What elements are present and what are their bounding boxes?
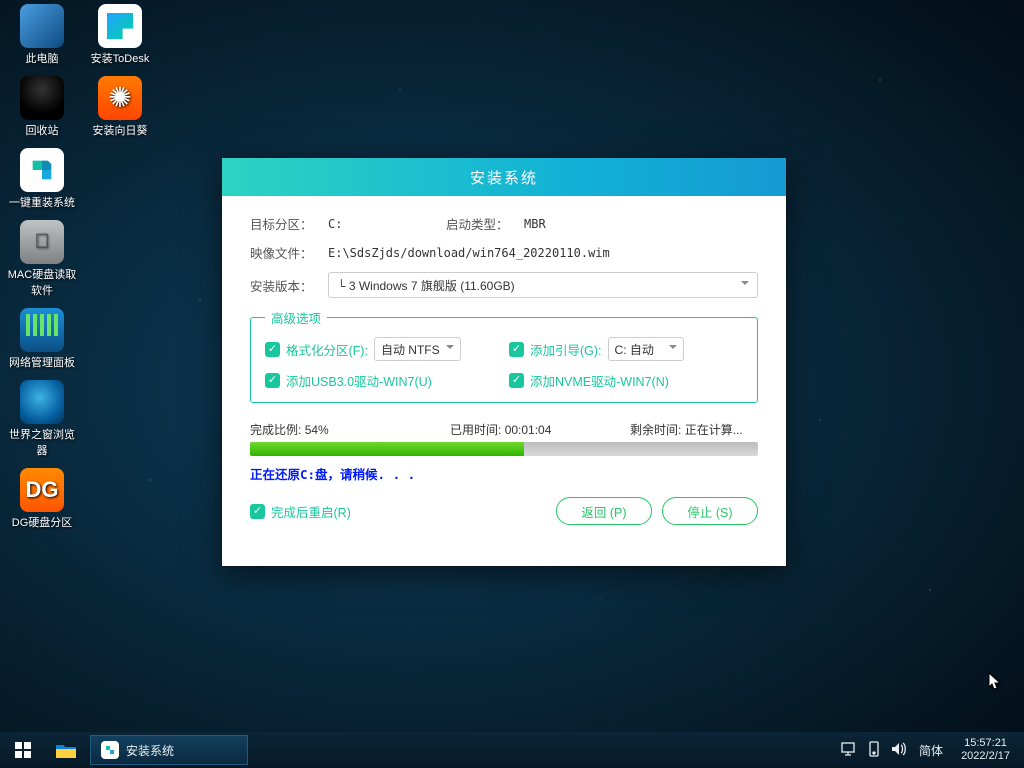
desktop: 此电脑 回收站 一键重装系统 MAC硬盘读取软件 网络管理面板 世界之窗浏览器 … [0,0,1024,768]
row-target-boot: 目标分区： C: 启动类型： MBR [250,214,758,233]
disk-icon [20,220,64,264]
icon-label: 安装向日葵 [84,122,156,138]
checkbox-checked-icon[interactable] [265,373,280,388]
reinstall-icon [20,148,64,192]
add-nvme-label: 添加NVME驱动-WIN7(N) [530,371,669,390]
install-version-select[interactable]: └ 3 Windows 7 旗舰版 (11.60GB) [328,272,758,298]
icon-label: 此电脑 [6,50,78,66]
image-file-label: 映像文件： [250,243,320,262]
desktop-icons-col1: 此电脑 回收站 一键重装系统 MAC硬盘读取软件 网络管理面板 世界之窗浏览器 … [6,4,78,530]
icon-label: 网络管理面板 [6,354,78,370]
file-explorer-button[interactable] [46,732,86,768]
add-usb3-driver-option[interactable]: 添加USB3.0驱动-WIN7(U) [265,371,499,390]
target-partition-value: C: [328,217,438,231]
cursor-icon [988,672,1002,692]
device-tray-icon[interactable] [869,741,879,760]
icon-recycle-bin[interactable]: 回收站 [6,76,78,138]
icon-one-click-install[interactable]: 一键重装系统 [6,148,78,210]
ime-indicator[interactable]: 简体 [919,742,943,759]
taskbar-task-install[interactable]: 安装系统 [90,735,248,765]
boot-type-label: 启动类型： [446,214,516,233]
partition-icon: DG [20,468,64,512]
restart-after-complete-option[interactable]: 完成后重启(R) [250,502,351,521]
start-button[interactable] [0,732,46,768]
icon-network-panel[interactable]: 网络管理面板 [6,308,78,370]
dialog-titlebar[interactable]: 安装系统 [222,158,786,196]
network-tray-icon[interactable] [841,742,857,759]
dialog-body: 目标分区： C: 启动类型： MBR 映像文件： E:\SdsZjds/down… [222,196,786,539]
checkbox-checked-icon[interactable] [250,504,265,519]
stop-button[interactable]: 停止 (S) [662,497,758,525]
back-button[interactable]: 返回 (P) [556,497,652,525]
icon-install-todesk[interactable]: 安装ToDesk [84,4,156,66]
add-usb3-label: 添加USB3.0驱动-WIN7(U) [286,371,432,390]
sunflower-icon [98,76,142,120]
icon-label: 世界之窗浏览器 [6,426,78,458]
network-icon [20,308,64,352]
system-tray: 简体 15:57:21 2022/2/17 [841,737,1024,763]
taskbar-clock[interactable]: 15:57:21 2022/2/17 [955,737,1016,763]
boot-type-value: MBR [524,217,546,231]
clock-time: 15:57:21 [961,737,1010,750]
progress-labels: 完成比例: 54% 已用时间: 00:01:04 剩余时间: 正在计算... [250,421,758,438]
progress-fill [250,442,524,456]
monitor-icon [20,4,64,48]
progress-section: 完成比例: 54% 已用时间: 00:01:04 剩余时间: 正在计算... 正… [250,421,758,483]
dialog-footer: 完成后重启(R) 返回 (P) 停止 (S) [250,497,758,525]
advanced-legend: 高级选项 [265,308,327,327]
format-fs-value: 自动 NTFS [381,341,440,358]
task-title: 安装系统 [126,742,174,759]
volume-tray-icon[interactable] [891,742,907,759]
row-install-version: 安装版本： └ 3 Windows 7 旗舰版 (11.60GB) [250,272,758,298]
format-fs-select[interactable]: 自动 NTFS [374,337,461,361]
icon-my-computer[interactable]: 此电脑 [6,4,78,66]
icon-label: 回收站 [6,122,78,138]
progress-pct: 完成比例: 54% [250,421,450,438]
add-boot-option[interactable]: 添加引导(G): C: 自动 [509,337,743,361]
install-dialog: 安装系统 目标分区： C: 启动类型： MBR 映像文件： E:\SdsZjds… [222,158,786,566]
format-partition-option[interactable]: 格式化分区(F): 自动 NTFS [265,337,499,361]
progress-elapsed: 已用时间: 00:01:04 [450,421,630,438]
install-version-label: 安装版本： [250,276,320,295]
restart-label: 完成后重启(R) [271,502,351,521]
dialog-title: 安装系统 [470,167,538,188]
progress-bar [250,442,758,456]
checkbox-checked-icon[interactable] [509,373,524,388]
checkbox-checked-icon[interactable] [509,342,524,357]
target-partition-label: 目标分区： [250,214,320,233]
icon-mac-disk-reader[interactable]: MAC硬盘读取软件 [6,220,78,298]
icon-dg-partition[interactable]: DG DG硬盘分区 [6,468,78,530]
checkbox-checked-icon[interactable] [265,342,280,357]
task-app-icon [101,741,119,759]
icon-world-window-browser[interactable]: 世界之窗浏览器 [6,380,78,458]
todesk-icon [98,4,142,48]
icon-label: 安装ToDesk [84,50,156,66]
add-boot-value: C: 自动 [615,341,654,358]
row-image-file: 映像文件： E:\SdsZjds/download/win764_2022011… [250,243,758,262]
icon-install-sunflower[interactable]: 安装向日葵 [84,76,156,138]
add-boot-label: 添加引导(G): [530,340,602,359]
clock-date: 2022/2/17 [961,750,1010,763]
install-version-value: └ 3 Windows 7 旗舰版 (11.60GB) [337,277,515,294]
icon-label: DG硬盘分区 [6,514,78,530]
progress-remaining: 剩余时间: 正在计算... [630,421,758,438]
status-text: 正在还原C:盘，请稍候. . . [250,464,758,483]
globe-icon [20,380,64,424]
image-file-value: E:\SdsZjds/download/win764_20220110.wim [328,246,610,260]
add-nvme-driver-option[interactable]: 添加NVME驱动-WIN7(N) [509,371,743,390]
icon-label: MAC硬盘读取软件 [6,266,78,298]
format-partition-label: 格式化分区(F): [286,340,368,359]
trash-icon [20,76,64,120]
desktop-icons-col2: 安装ToDesk 安装向日葵 [84,4,156,138]
add-boot-select[interactable]: C: 自动 [608,337,684,361]
taskbar: 安装系统 简体 15:57:21 2022/2/17 [0,732,1024,768]
advanced-options-group: 高级选项 格式化分区(F): 自动 NTFS 添加引导(G): C: 自动 [250,308,758,403]
icon-label: 一键重装系统 [6,194,78,210]
